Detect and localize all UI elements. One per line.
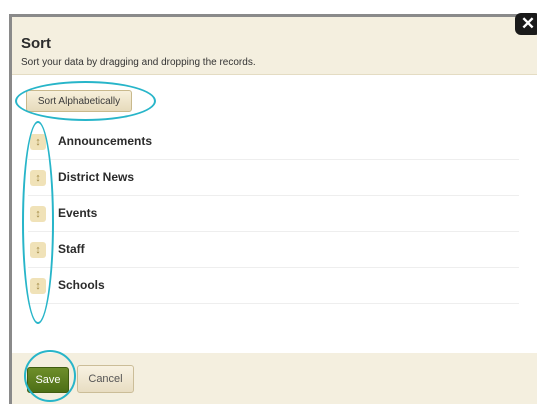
- sort-dialog: Sort Sort your data by dragging and drop…: [9, 14, 537, 404]
- dialog-subtitle: Sort your data by dragging and dropping …: [21, 57, 256, 68]
- drag-handle-icon[interactable]: ↕: [30, 170, 46, 186]
- drag-handle-icon[interactable]: ↕: [30, 242, 46, 258]
- list-item[interactable]: ↕ Staff: [28, 232, 519, 268]
- drag-handle-icon[interactable]: ↕: [30, 134, 46, 150]
- list-item-label: Schools: [58, 278, 105, 292]
- list-item-label: Staff: [58, 242, 85, 256]
- dialog-header: Sort Sort your data by dragging and drop…: [12, 17, 537, 75]
- cancel-button[interactable]: Cancel: [77, 365, 134, 393]
- list-item[interactable]: ↕ Events: [28, 196, 519, 232]
- drag-handle-icon[interactable]: ↕: [30, 206, 46, 222]
- list-item[interactable]: ↕ Schools: [28, 268, 519, 304]
- list-item[interactable]: ↕ District News: [28, 160, 519, 196]
- list-item-label: Announcements: [58, 134, 153, 148]
- dialog-title: Sort: [21, 35, 51, 52]
- drag-handle-icon[interactable]: ↕: [30, 278, 46, 294]
- sort-alphabetically-button[interactable]: Sort Alphabetically: [26, 90, 132, 112]
- close-icon[interactable]: ✕: [515, 13, 537, 35]
- list-item[interactable]: ↕ Announcements: [28, 124, 519, 160]
- list-item-label: District News: [58, 170, 135, 184]
- list-item-label: Events: [58, 206, 98, 220]
- save-button[interactable]: Save: [27, 367, 69, 393]
